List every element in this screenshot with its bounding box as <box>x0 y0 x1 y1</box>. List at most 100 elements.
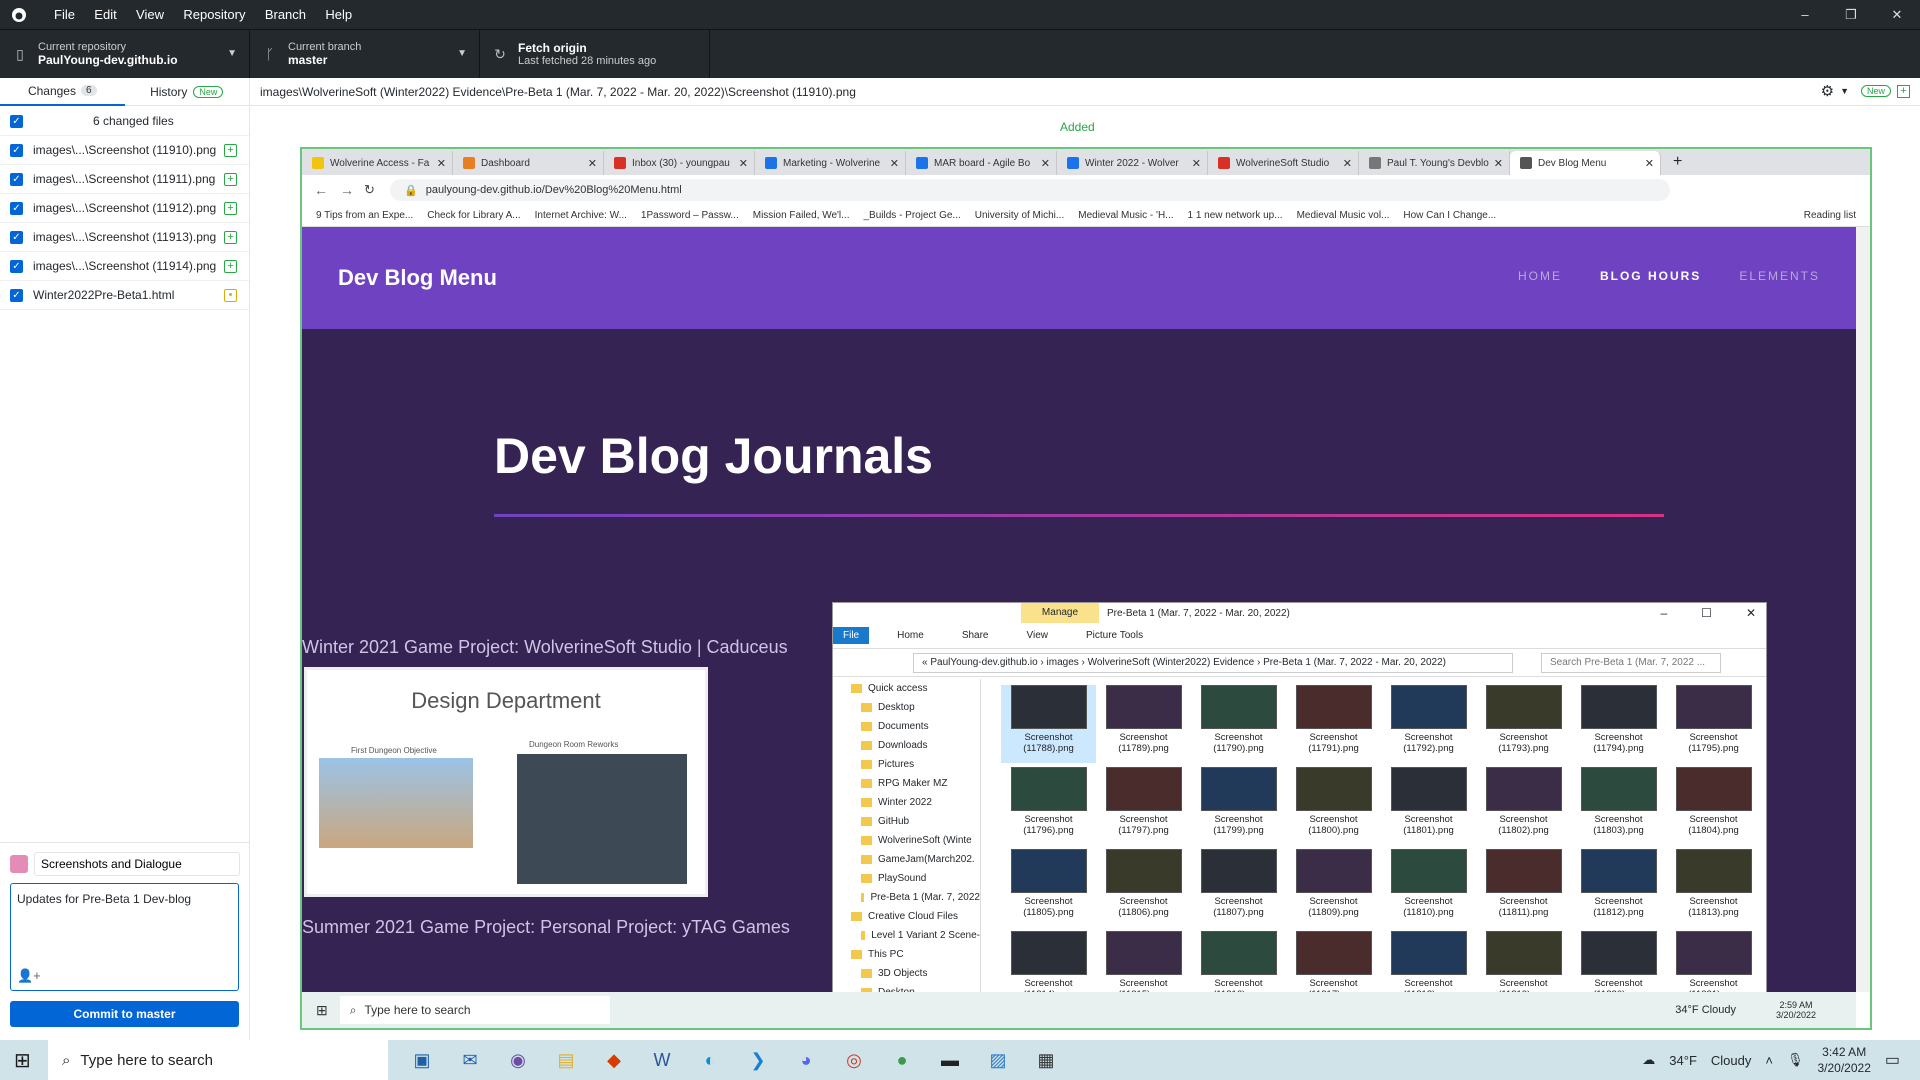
nav-pane-item[interactable]: Pre-Beta 1 (Mar. 7, 2022 <box>833 888 980 907</box>
commit-button[interactable]: Commit to master <box>10 1001 239 1027</box>
nav-pane-item[interactable]: Downloads <box>833 736 980 755</box>
changed-file-row[interactable]: ✓ images\...\Screenshot (11913).png + <box>0 223 249 252</box>
nav-pane-item[interactable]: PlaySound <box>833 869 980 888</box>
commit-summary-input[interactable] <box>34 852 240 876</box>
bookmark-item[interactable]: Medieval Music - 'H... <box>1078 210 1173 221</box>
browser-tab[interactable]: Winter 2022 - Wolver ✕ <box>1057 151 1208 175</box>
ribbon-picture-tools-tab[interactable]: Picture Tools <box>1076 627 1153 644</box>
bookmark-item[interactable]: University of Michi... <box>975 210 1064 221</box>
nav-pane-item[interactable]: RPG Maker MZ <box>833 774 980 793</box>
file-thumbnail[interactable]: Screenshot (11807).png <box>1191 849 1286 927</box>
browser-tab[interactable]: Wolverine Access - Fa ✕ <box>302 151 453 175</box>
taskbar-search-box[interactable]: ⌕ Type here to search <box>48 1040 388 1080</box>
current-repository-button[interactable]: ▯ Current repository PaulYoung-dev.github… <box>0 30 250 78</box>
nav-pane-item[interactable]: Desktop <box>833 983 980 992</box>
nav-pane-item[interactable]: Level 1 Variant 2 Scene- <box>833 926 980 945</box>
project-link-winter2021[interactable]: Winter 2021 Game Project: WolverineSoft … <box>302 637 788 658</box>
file-checkbox[interactable]: ✓ <box>10 288 23 302</box>
explorer-path-bar[interactable]: « PaulYoung-dev.github.io › images › Wol… <box>913 652 1513 673</box>
file-thumbnail[interactable]: Screenshot(11821).png <box>1666 931 1761 992</box>
close-tab-icon[interactable]: ✕ <box>437 157 446 170</box>
store-icon[interactable]: ▣ <box>398 1040 446 1080</box>
github-desktop-icon[interactable]: ◉ <box>494 1040 542 1080</box>
tab-history[interactable]: History New <box>125 78 250 106</box>
file-thumbnail[interactable]: Screenshot(11819).png <box>1476 931 1571 992</box>
reload-icon[interactable]: ↻ <box>364 182 375 198</box>
file-thumbnail[interactable]: Screenshot(11814).png <box>1001 931 1096 992</box>
weather-temp[interactable]: 34°F <box>1669 1053 1697 1068</box>
reading-list-button[interactable]: Reading list <box>1804 210 1856 221</box>
close-tab-icon[interactable]: ✕ <box>1041 157 1050 170</box>
minimize-button[interactable]: – <box>1782 0 1828 29</box>
bookmark-item[interactable]: How Can I Change... <box>1403 210 1496 221</box>
browser-tab[interactable]: Inbox (30) - youngpau ✕ <box>604 151 755 175</box>
fetch-origin-button[interactable]: ↻ Fetch origin Last fetched 28 minutes ag… <box>480 30 710 78</box>
browser-tab[interactable]: MAR board - Agile Bo ✕ <box>906 151 1057 175</box>
file-thumbnail[interactable]: Screenshot (11809).png <box>1286 849 1381 927</box>
browser-tab[interactable]: Dev Blog Menu ✕ <box>1510 151 1661 175</box>
chrome-icon[interactable]: ● <box>878 1040 926 1080</box>
browser-scrollbar[interactable] <box>1856 227 1870 992</box>
terminal-icon[interactable]: ▬ <box>926 1040 974 1080</box>
file-thumbnail[interactable]: Screenshot (11793).png <box>1476 685 1571 763</box>
tab-changes[interactable]: Changes 6 <box>0 78 125 106</box>
file-thumbnail[interactable]: Screenshot (11806).png <box>1096 849 1191 927</box>
nav-pane-item[interactable]: Pictures <box>833 755 980 774</box>
microphone-icon[interactable]: 🎙 <box>1787 1052 1804 1068</box>
gear-icon[interactable]: ⚙ <box>1821 82 1834 100</box>
file-explorer-icon[interactable]: ▤ <box>542 1040 590 1080</box>
office-icon[interactable]: ◆ <box>590 1040 638 1080</box>
file-checkbox[interactable]: ✓ <box>10 259 23 273</box>
windows-start-icon[interactable]: ⊞ <box>14 1048 31 1073</box>
file-thumbnail[interactable]: Screenshot (11800).png <box>1286 767 1381 845</box>
nav-blog-hours-link[interactable]: BLOG HOURS <box>1600 269 1701 283</box>
close-tab-icon[interactable]: ✕ <box>1645 157 1654 170</box>
nav-pane-item[interactable]: GameJam(March202. <box>833 850 980 869</box>
changed-file-row[interactable]: ✓ images\...\Screenshot (11912).png + <box>0 194 249 223</box>
browser-tab[interactable]: Dashboard ✕ <box>453 151 604 175</box>
commit-description-field[interactable]: Updates for Pre-Beta 1 Dev-blog 👤+ <box>10 883 239 991</box>
word-icon[interactable]: W <box>638 1040 686 1080</box>
nav-pane-item[interactable]: Documents <box>833 717 980 736</box>
nav-pane-item[interactable]: GitHub <box>833 812 980 831</box>
file-thumbnail[interactable]: Screenshot (11803).png <box>1571 767 1666 845</box>
file-thumbnail[interactable]: Screenshot (11802).png <box>1476 767 1571 845</box>
file-thumbnail[interactable]: Screenshot (11801).png <box>1381 767 1476 845</box>
file-thumbnail[interactable]: Screenshot (11796).png <box>1001 767 1096 845</box>
close-tab-icon[interactable]: ✕ <box>1343 157 1352 170</box>
bookmark-item[interactable]: Internet Archive: W... <box>535 210 627 221</box>
close-button[interactable]: ✕ <box>1874 0 1920 29</box>
file-thumbnail[interactable]: Screenshot(11817).png <box>1286 931 1381 992</box>
close-tab-icon[interactable]: ✕ <box>739 157 748 170</box>
project-link-summer2021[interactable]: Summer 2021 Game Project: Personal Proje… <box>302 917 790 938</box>
add-coauthor-icon[interactable]: 👤+ <box>17 968 41 984</box>
file-thumbnail[interactable]: Screenshot (11813).png <box>1666 849 1761 927</box>
file-thumbnail[interactable]: Screenshot (11797).png <box>1096 767 1191 845</box>
menu-file[interactable]: File <box>54 7 75 22</box>
file-thumbnail[interactable]: Screenshot(11818).png <box>1381 931 1476 992</box>
file-thumbnail[interactable]: Screenshot (11791).png <box>1286 685 1381 763</box>
nav-pane-item[interactable]: Desktop <box>833 698 980 717</box>
manage-tab[interactable]: Manage <box>1021 603 1099 623</box>
file-checkbox[interactable]: ✓ <box>10 172 23 186</box>
nav-pane-item[interactable]: 3D Objects <box>833 964 980 983</box>
close-tab-icon[interactable]: ✕ <box>588 157 597 170</box>
file-thumbnail[interactable]: Screenshot (11790).png <box>1191 685 1286 763</box>
file-thumbnail[interactable]: Screenshot (11799).png <box>1191 767 1286 845</box>
file-thumbnail[interactable]: Screenshot(11815).png <box>1096 931 1191 992</box>
app-red-icon[interactable]: ◎ <box>830 1040 878 1080</box>
notification-icon[interactable]: ▭ <box>1885 1050 1900 1070</box>
file-thumbnail[interactable]: Screenshot (11789).png <box>1096 685 1191 763</box>
clock[interactable]: 3:42 AM 3/20/2022 <box>1817 1044 1870 1076</box>
file-checkbox[interactable]: ✓ <box>10 143 23 157</box>
new-tab-icon[interactable]: + <box>1673 153 1682 171</box>
file-thumbnail[interactable]: Screenshot (11810).png <box>1381 849 1476 927</box>
vscode-icon[interactable]: ❯ <box>734 1040 782 1080</box>
menu-branch[interactable]: Branch <box>265 7 306 22</box>
current-branch-button[interactable]: ᚴ Current branch master ▼ <box>250 30 480 78</box>
ribbon-share-tab[interactable]: Share <box>952 627 999 644</box>
url-field[interactable]: 🔒 paulyoung-dev.github.io/Dev%20Blog%20Me… <box>390 179 1670 201</box>
maximize-button[interactable]: ❐ <box>1828 0 1874 29</box>
file-thumbnail[interactable]: Screenshot (11812).png <box>1571 849 1666 927</box>
bookmark-item[interactable]: Mission Failed, We'l... <box>753 210 850 221</box>
